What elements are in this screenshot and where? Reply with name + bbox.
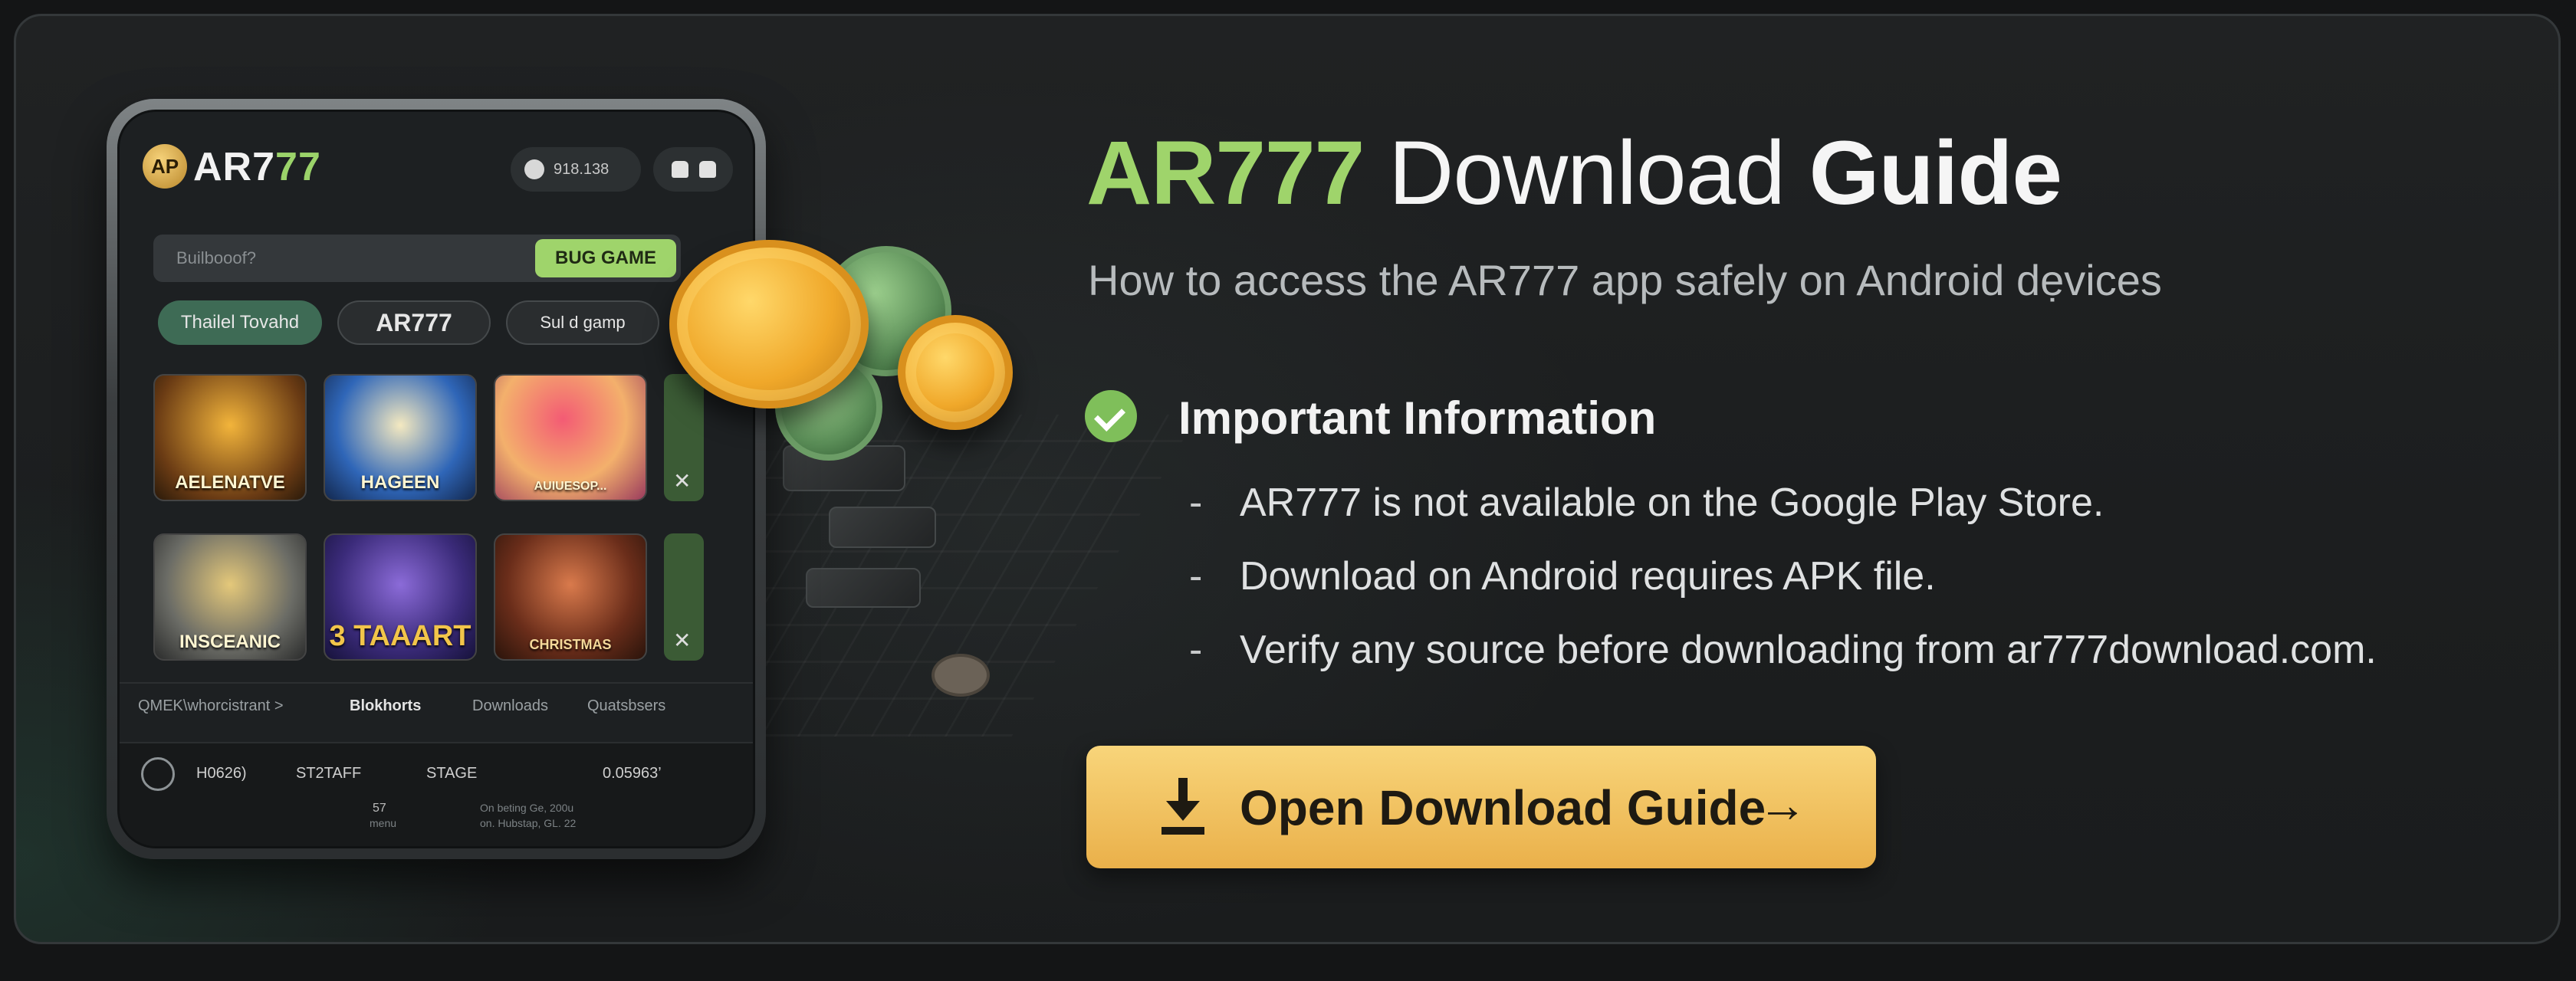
- bullet-dash: -: [1189, 628, 1203, 672]
- list-item-text: Verify any source before downloading fro…: [1240, 628, 2377, 672]
- nav-item[interactable]: Quatsbsers: [587, 697, 665, 715]
- scroll-strip[interactable]: ✕: [664, 374, 704, 501]
- gold-coin-icon: [669, 240, 869, 408]
- bug-game-button[interactable]: BUG GAME: [535, 239, 676, 277]
- close-icon[interactable]: ✕: [673, 468, 691, 494]
- status-staff[interactable]: ST2TAFF: [296, 765, 361, 783]
- nav-item[interactable]: Blokhorts: [350, 697, 421, 715]
- bottom-status-row: H0626) ST2TAFF STAGE 0.05963’: [135, 757, 738, 792]
- status-left: H0626): [196, 765, 247, 782]
- list-item-text: Download on Android requires APK file.: [1240, 554, 1936, 599]
- gift-icon[interactable]: [699, 161, 716, 178]
- count-value: 57: [373, 802, 386, 815]
- scroll-strip[interactable]: ✕: [664, 533, 704, 661]
- chip-category-3[interactable]: Sul d gamp: [506, 300, 659, 345]
- bullet-dash: -: [1189, 481, 1203, 525]
- title-middle: Download: [1364, 123, 1809, 224]
- status-stage[interactable]: STAGE: [426, 765, 477, 783]
- chip-category-2[interactable]: AR777: [337, 300, 491, 345]
- category-chips: Thailel Tovahd AR777 Sul d gamp: [140, 300, 730, 346]
- page-title: AR777 Download Guide: [1086, 116, 2062, 231]
- gold-coin-icon: [898, 315, 1013, 430]
- decorative-block: [806, 568, 921, 608]
- game-tile[interactable]: CHRISTMAS: [494, 533, 647, 661]
- game-tile[interactable]: AELENATVE: [153, 374, 307, 501]
- app-header: AP AR777 918.138: [143, 139, 733, 201]
- arrow-right-icon: →: [1758, 777, 1807, 832]
- hero-banner: AP AR777 918.138 Builbooof? BUG GAME Tha…: [14, 14, 2561, 944]
- game-tile[interactable]: INSCEANIC: [153, 533, 307, 661]
- app-nav: QMEK\whorcistrant > Blokhorts Downloads …: [120, 682, 753, 728]
- info-heading: Important Information: [1178, 392, 1657, 444]
- phone-screen: AP AR777 918.138 Builbooof? BUG GAME Tha…: [117, 110, 755, 848]
- bottom-bar: H0626) ST2TAFF STAGE 0.05963’ 57 menu On…: [120, 742, 753, 846]
- download-icon: [1162, 778, 1204, 835]
- avatar[interactable]: [141, 757, 175, 791]
- open-download-guide-button[interactable]: Open Download Guide →: [1086, 746, 1876, 868]
- footer-note: on. Hubstap, GL. 22: [480, 817, 577, 829]
- close-icon[interactable]: ✕: [673, 628, 691, 653]
- search-input[interactable]: Builbooof?: [176, 248, 256, 268]
- count-label: menu: [370, 817, 397, 829]
- bullet-dash: -: [1189, 554, 1203, 599]
- status-value: 0.05963’: [603, 765, 662, 782]
- footer-note: On beting Ge, 200u: [480, 802, 574, 814]
- search-bar[interactable]: Builbooof? BUG GAME: [153, 235, 681, 282]
- balance-pill[interactable]: 918.138: [511, 147, 641, 192]
- game-tile[interactable]: AUIUESOP...: [494, 374, 647, 501]
- cta-label: Open Download Guide: [1240, 780, 1766, 835]
- wallet-icon: [524, 159, 544, 179]
- list-item-text: AR777 is not available on the Google Pla…: [1240, 481, 2104, 525]
- small-coin-icon: [932, 654, 990, 697]
- chip-category-1[interactable]: Thailel Tovahd: [158, 300, 322, 345]
- header-icons[interactable]: [653, 147, 733, 192]
- check-circle-icon: [1085, 390, 1137, 442]
- page-subtitle: How to access the AR777 app safely on An…: [1088, 256, 2162, 304]
- app-logo-badge: AP: [143, 144, 187, 189]
- phone-mockup: AP AR777 918.138 Builbooof? BUG GAME Tha…: [107, 99, 766, 859]
- user-icon[interactable]: [672, 161, 688, 178]
- app-logo-text: AR777: [193, 144, 321, 190]
- game-tile[interactable]: HAGEEN: [324, 374, 477, 501]
- balance-value: 918.138: [554, 161, 610, 178]
- logo-suffix: 77: [275, 145, 321, 189]
- title-brand: AR777: [1086, 123, 1365, 224]
- nav-item[interactable]: QMEK\whorcistrant >: [138, 697, 284, 715]
- logo-prefix: AR7: [193, 145, 276, 189]
- nav-item[interactable]: Downloads: [472, 697, 548, 715]
- title-end: Guide: [1809, 123, 2062, 224]
- decorative-block: [829, 507, 936, 548]
- game-tile[interactable]: 3 TAAART: [324, 533, 477, 661]
